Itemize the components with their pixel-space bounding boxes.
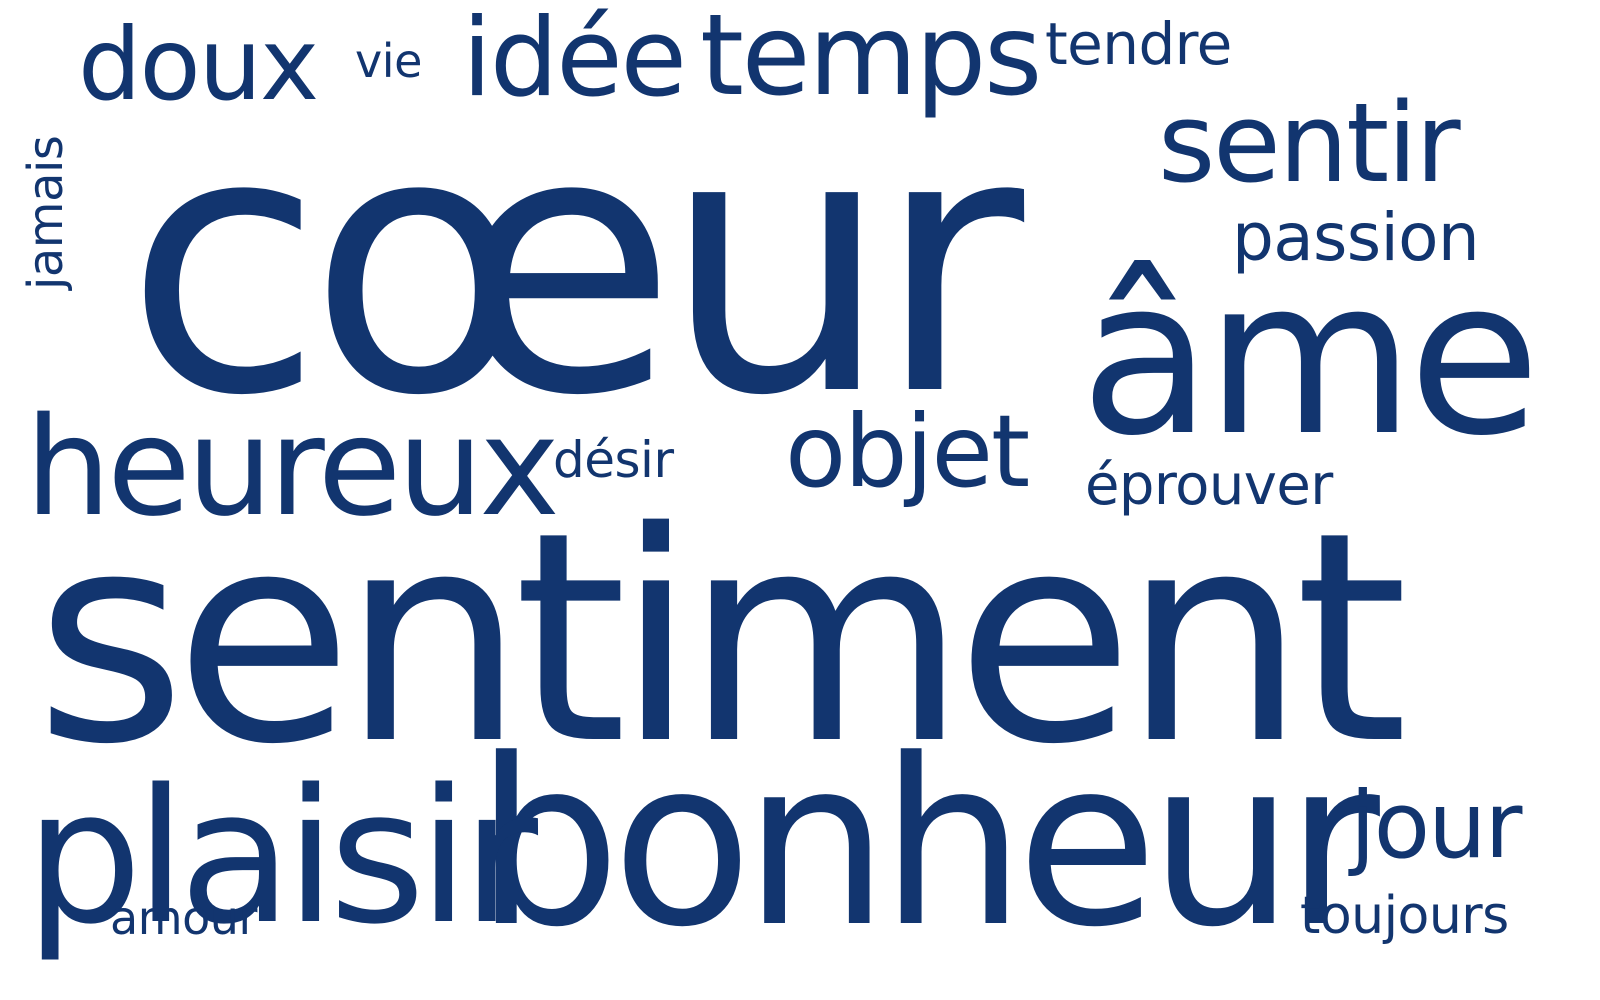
word-vie: vie [355, 34, 422, 88]
word-temps: temps [700, 0, 1042, 121]
word-passion: passion [1232, 199, 1480, 276]
word-cloud: cœur sentiment bonheur plaisir âme heure… [0, 0, 1600, 1000]
word-jamais: jamais [18, 135, 74, 290]
word-ame: âme [1080, 232, 1541, 483]
word-idee: idée [462, 0, 687, 121]
word-heureux: heureux [25, 389, 560, 547]
word-objet: objet [785, 393, 1030, 510]
word-plaisir: plaisir [25, 749, 538, 965]
word-eprouver: éprouver [1085, 453, 1333, 518]
word-sentir: sentir [1158, 79, 1461, 207]
word-bonheur: bonheur [475, 711, 1380, 978]
word-desir: désir [553, 431, 674, 489]
word-jour: jour [1350, 772, 1522, 879]
word-tendre: tendre [1045, 10, 1232, 78]
word-doux: doux [78, 6, 319, 123]
word-amour: amour [110, 891, 257, 945]
word-toujours: toujours [1300, 886, 1509, 946]
